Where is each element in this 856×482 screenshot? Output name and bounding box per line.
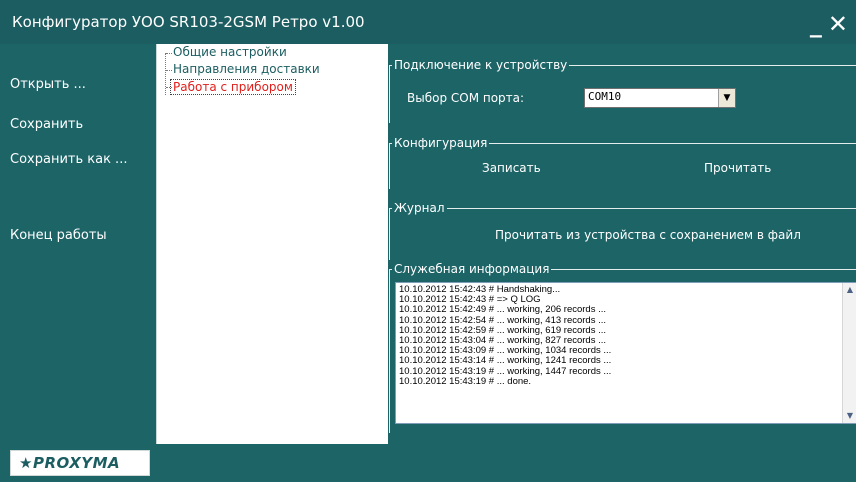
tree-connector <box>166 53 172 54</box>
exit-button[interactable]: Конец работы <box>10 228 107 243</box>
com-port-label: Выбор COM порта: <box>407 91 525 105</box>
configuration-group: Конфигурация <box>389 136 856 189</box>
journal-legend: Журнал <box>394 201 445 215</box>
tree-item-device-operations[interactable]: Работа с прибором <box>170 79 296 95</box>
dropdown-arrow-icon[interactable]: ▼ <box>718 89 735 107</box>
read-button[interactable]: Прочитать <box>704 161 771 175</box>
com-port-select[interactable]: COM10 ▼ <box>584 88 736 108</box>
write-button[interactable]: Записать <box>482 161 541 175</box>
service-info-legend: Служебная информация <box>394 262 550 276</box>
connection-legend: Подключение к устройству <box>394 58 568 72</box>
device-panel: Подключение к устройству Выбор COM порта… <box>387 44 856 444</box>
window-controls: _✕ <box>810 10 854 38</box>
window-title: Конфигуратор УОО SR103-2GSM Ретро v1.00 <box>12 13 365 31</box>
scroll-up-icon[interactable]: ▲ <box>843 283 856 297</box>
tree-item-delivery-directions[interactable]: Направления доставки <box>173 62 320 76</box>
app-window: Конфигуратор УОО SR103-2GSM Ретро v1.00 … <box>0 0 856 482</box>
left-menu: Открыть ... Сохранить Сохранить как ... … <box>0 44 156 444</box>
save-button[interactable]: Сохранить <box>10 117 83 132</box>
log-scrollbar[interactable]: ▲ ▼ <box>842 283 856 423</box>
close-button[interactable]: ✕ <box>828 10 854 38</box>
service-log[interactable]: 10.10.2012 15:42:43 # Handshaking... 10.1… <box>395 282 856 424</box>
log-lines: 10.10.2012 15:42:43 # Handshaking... 10.1… <box>399 284 611 387</box>
proxyma-logo: ★PROXYMA <box>10 450 150 476</box>
log-line: 10.10.2012 15:43:19 # ... done. <box>399 375 532 387</box>
read-to-file-button[interactable]: Прочитать из устройства с сохранением в … <box>495 228 801 242</box>
title-bar: Конфигуратор УОО SR103-2GSM Ретро v1.00 … <box>0 0 856 44</box>
open-button[interactable]: Открыть ... <box>10 77 86 92</box>
save-as-button[interactable]: Сохранить как ... <box>10 152 127 167</box>
configuration-legend: Конфигурация <box>394 136 488 150</box>
scroll-down-icon[interactable]: ▼ <box>843 409 856 423</box>
tree-connector <box>166 70 172 71</box>
footer-bar: ★PROXYMA <box>0 444 856 482</box>
logo-text: ★PROXYMA <box>19 454 121 472</box>
settings-tree: Общие настройки Направления доставки Раб… <box>156 44 388 444</box>
tree-item-general-settings[interactable]: Общие настройки <box>173 45 287 59</box>
tree-connector <box>165 53 167 95</box>
com-port-value: COM10 <box>588 90 622 103</box>
minimize-button[interactable]: _ <box>810 10 828 38</box>
